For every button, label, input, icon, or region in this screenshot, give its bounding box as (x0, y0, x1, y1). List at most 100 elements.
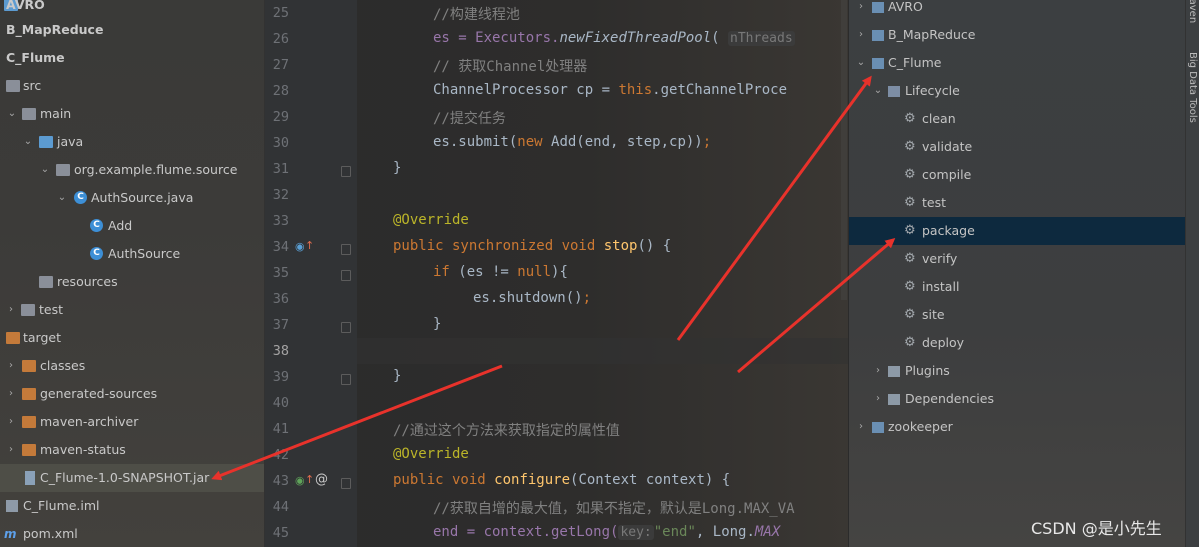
tree-item-label: org.example.flume.source (74, 162, 238, 177)
chevron-right-icon[interactable]: › (872, 357, 884, 385)
code-line-33: @Override (393, 212, 469, 228)
maven-goal-site[interactable]: ⚙ site (849, 301, 1185, 329)
right-tool-strip: Maven Big Data Tools (1185, 0, 1199, 547)
java-file-icon: C (74, 191, 87, 204)
maven-project-b-mapreduce[interactable]: › B_MapReduce (849, 21, 1185, 49)
tree-item-generated-sources[interactable]: › generated-sources (0, 380, 264, 408)
tree-item-java[interactable]: ⌄ java (0, 128, 264, 156)
maven-project-zookeeper[interactable]: › zookeeper (849, 413, 1185, 441)
code-line-43: public void configure(Context context) { (393, 472, 730, 488)
target-folder-icon (22, 360, 36, 372)
override-arrow-icon[interactable]: ↑ (305, 239, 314, 252)
tree-item-jar[interactable]: C_Flume-1.0-SNAPSHOT.jar (0, 464, 264, 492)
tree-item-pom[interactable]: m pom.xml (0, 520, 264, 547)
fold-marker-icon[interactable] (341, 244, 351, 255)
line-number: 40 (272, 395, 289, 411)
chevron-right-icon[interactable]: › (855, 21, 867, 49)
chevron-down-icon[interactable]: ⌄ (56, 184, 68, 212)
maven-goal-verify[interactable]: ⚙ verify (849, 245, 1185, 273)
maven-goal-validate[interactable]: ⚙ validate (849, 133, 1185, 161)
maven-goal-compile[interactable]: ⚙ compile (849, 161, 1185, 189)
chevron-down-icon[interactable]: ⌄ (6, 100, 18, 128)
tree-item-package[interactable]: ⌄ org.example.flume.source (0, 156, 264, 184)
tree-item-label: generated-sources (40, 386, 158, 401)
chevron-down-icon[interactable]: ⌄ (855, 49, 867, 77)
tree-item-authsource[interactable]: C AuthSource (0, 240, 264, 268)
chevron-down-icon[interactable]: ⌄ (22, 128, 34, 156)
implements-marker-icon[interactable]: ◉ (295, 240, 305, 253)
dependencies-folder-icon (888, 394, 900, 405)
fold-marker-icon[interactable] (341, 322, 351, 333)
fold-marker-icon[interactable] (341, 270, 351, 281)
tree-item-iml[interactable]: C_Flume.iml (0, 492, 264, 520)
chevron-down-icon[interactable]: ⌄ (872, 77, 884, 105)
tree-item-src[interactable]: src (0, 72, 264, 100)
tree-item-label: src (23, 78, 42, 93)
tree-item-label: AuthSource (108, 246, 181, 261)
tree-item-b-mapreduce[interactable]: B_MapReduce (0, 16, 264, 44)
maven-project-icon (872, 422, 884, 433)
code-text: es.submit( (433, 134, 518, 150)
maven-tab[interactable]: Maven (1187, 0, 1198, 23)
line-number-current: 38 (272, 343, 289, 359)
chevron-right-icon[interactable]: › (5, 296, 17, 324)
chevron-right-icon[interactable]: › (5, 380, 17, 408)
tree-item-label: C_Flume (6, 50, 65, 65)
override-arrow-icon[interactable]: ↑ (305, 473, 314, 486)
tree-item-resources[interactable]: resources (0, 268, 264, 296)
code-line-35: if (es != null){ (433, 264, 568, 280)
tree-item-maven-status[interactable]: › maven-status (0, 436, 264, 464)
maven-item-label: Dependencies (905, 391, 994, 406)
chevron-right-icon[interactable]: › (855, 413, 867, 441)
maven-goal-deploy[interactable]: ⚙ deploy (849, 329, 1185, 357)
code-method: newFixedThreadPool (559, 30, 712, 46)
code-text: } (393, 368, 402, 384)
tree-item-target[interactable]: target (0, 324, 264, 352)
chevron-right-icon[interactable]: › (855, 0, 867, 21)
maven-plugins[interactable]: › Plugins (849, 357, 1185, 385)
code-line-37: } (433, 316, 441, 332)
tree-item-maven-archiver[interactable]: › maven-archiver (0, 408, 264, 436)
line-number: 36 (272, 291, 289, 307)
code-editor[interactable]: 25 26 27 28 29 30 31 32 33 34 35 36 37 3… (265, 0, 848, 547)
target-folder-icon (22, 444, 36, 456)
maven-goal-install[interactable]: ⚙ install (849, 273, 1185, 301)
maven-item-label: verify (922, 251, 958, 266)
maven-project-c-flume[interactable]: ⌄ C_Flume (849, 49, 1185, 77)
code-constant: MAX (754, 524, 781, 540)
tree-item-c-flume[interactable]: C_Flume (0, 44, 264, 72)
fold-marker-icon[interactable] (341, 166, 351, 177)
maven-lifecycle[interactable]: ⌄ Lifecycle (849, 77, 1185, 105)
line-number: 33 (272, 213, 289, 229)
fold-marker-icon[interactable] (341, 478, 351, 489)
jar-icon (25, 471, 35, 485)
tree-item-test[interactable]: › test (0, 296, 264, 324)
maven-dependencies[interactable]: › Dependencies (849, 385, 1185, 413)
tree-item-main[interactable]: ⌄ main (0, 100, 264, 128)
chevron-right-icon[interactable]: › (5, 352, 17, 380)
param-hint: key: (618, 525, 654, 540)
fold-marker-icon[interactable] (341, 374, 351, 385)
override-marker-icon[interactable]: ◉ (295, 474, 305, 487)
code-comment: //提交任务 (433, 111, 506, 127)
maven-goal-test[interactable]: ⚙ test (849, 189, 1185, 217)
chevron-right-icon[interactable]: › (872, 385, 884, 413)
editor-scrollbar[interactable] (841, 0, 847, 300)
code-text: es = Executors. (433, 30, 560, 46)
code-line-31: } (393, 160, 401, 176)
chevron-down-icon[interactable]: ⌄ (39, 156, 51, 184)
tree-item-classes[interactable]: › classes (0, 352, 264, 380)
code-text: } (393, 160, 402, 176)
maven-project-avro[interactable]: › AVRO (849, 0, 1185, 21)
maven-item-label: clean (922, 111, 956, 126)
annotation-at-icon[interactable]: @ (315, 472, 328, 487)
chevron-right-icon[interactable]: › (5, 408, 17, 436)
tree-item-authsource-java[interactable]: ⌄ C AuthSource.java (0, 184, 264, 212)
maven-goal-clean[interactable]: ⚙ clean (849, 105, 1185, 133)
chevron-right-icon[interactable]: › (5, 436, 17, 464)
big-data-tools-tab[interactable]: Big Data Tools (1187, 52, 1198, 123)
maven-goal-package[interactable]: ⚙ package (849, 217, 1185, 245)
tree-item-add[interactable]: C Add (0, 212, 264, 240)
line-number: 37 (272, 317, 289, 333)
folder-icon (22, 108, 36, 120)
